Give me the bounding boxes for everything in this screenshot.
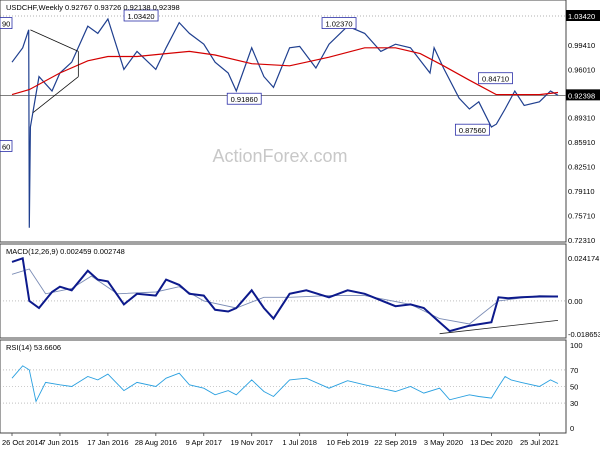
x-tick-label: 25 Jul 2021: [520, 438, 559, 447]
macd-layer: [0, 256, 566, 335]
price-annotation-label: 0.91860: [231, 95, 258, 104]
macd-y-tick-label: 0.00: [568, 297, 583, 306]
rsi-line: [11, 365, 559, 403]
rsi-layer: [0, 365, 566, 404]
price-panel-title: USDCHF,Weekly 0.92767 0.93726 0.92138 0.…: [6, 3, 180, 12]
current-price-tag-label: 0.92398: [568, 91, 595, 100]
price-annotation-label: 1.02370: [325, 20, 352, 29]
x-tick-label: 13 Dec 2020: [470, 438, 513, 447]
macd-line: [11, 256, 558, 333]
rsi-panel-title: RSI(14) 53.6606: [6, 343, 61, 352]
price-annotation-label: 0.84710: [482, 75, 509, 84]
rsi-y-tick-label: 100: [570, 341, 583, 350]
price-y-tick-label: 0.96010: [568, 65, 595, 74]
x-tick-label: 28 Aug 2016: [135, 438, 177, 447]
price-y-tick-label: 0.99410: [568, 41, 595, 50]
price-panel-frame: [0, 0, 567, 243]
sma-series-line: [11, 47, 559, 96]
left-partial-label: 60: [2, 142, 10, 151]
rsi-y-tick-label: 70: [570, 366, 578, 375]
price-annotation-label: 0.87560: [459, 126, 486, 135]
chart-stage: ActionForex.com 1.03420 1.02370 0.91860 0.8…: [0, 0, 600, 450]
rsi-y-tick-label: 0: [570, 424, 574, 433]
price-y-tick-label: 0.72310: [568, 236, 595, 245]
macd-trendline: [439, 320, 559, 335]
x-tick-label: 22 Sep 2019: [374, 438, 417, 447]
x-tick-label: 3 May 2020: [424, 438, 463, 447]
price-y-tick-label: 0.89310: [568, 114, 595, 123]
x-tick-label: 26 Oct 2014: [2, 438, 43, 447]
top-price-tag-label: 1.03420: [568, 12, 595, 21]
macd-y-tick-label: 0.024174: [568, 254, 599, 263]
price-y-tick-label: 0.82510: [568, 163, 595, 172]
price-series-line: [11, 17, 559, 228]
macd-panel-title: MACD(12,26,9) 0.002459 0.002748: [6, 247, 125, 256]
watermark: ActionForex.com: [212, 146, 347, 166]
left-partial-label: 90: [2, 20, 10, 29]
price-layer: 1.03420 1.02370 0.91860 0.84710 0.87560 90 60: [0, 9, 566, 228]
price-y-tick-label: 0.79110: [568, 187, 595, 196]
macd-y-tick-label: -0.018653: [568, 330, 600, 339]
usdchf-weekly-chart: ActionForex.com 1.03420 1.02370 0.91860 0.8…: [0, 0, 600, 447]
rsi-y-tick-label: 30: [570, 399, 578, 408]
price-y-tick-label: 0.75710: [568, 212, 595, 221]
price-y-tick-label: 0.85910: [568, 138, 595, 147]
x-tick-label: 9 Apr 2017: [186, 438, 222, 447]
x-tick-label: 1 Jul 2018: [282, 438, 317, 447]
x-tick-label: 7 Jun 2015: [41, 438, 78, 447]
price-annotation-label: 1.03420: [127, 12, 154, 21]
x-tick-label: 10 Feb 2019: [327, 438, 369, 447]
x-tick-label: 17 Jan 2016: [87, 438, 128, 447]
triangle-upper-line: [30, 29, 79, 52]
rsi-y-tick-label: 50: [570, 383, 578, 392]
x-tick-label: 19 Nov 2017: [230, 438, 273, 447]
